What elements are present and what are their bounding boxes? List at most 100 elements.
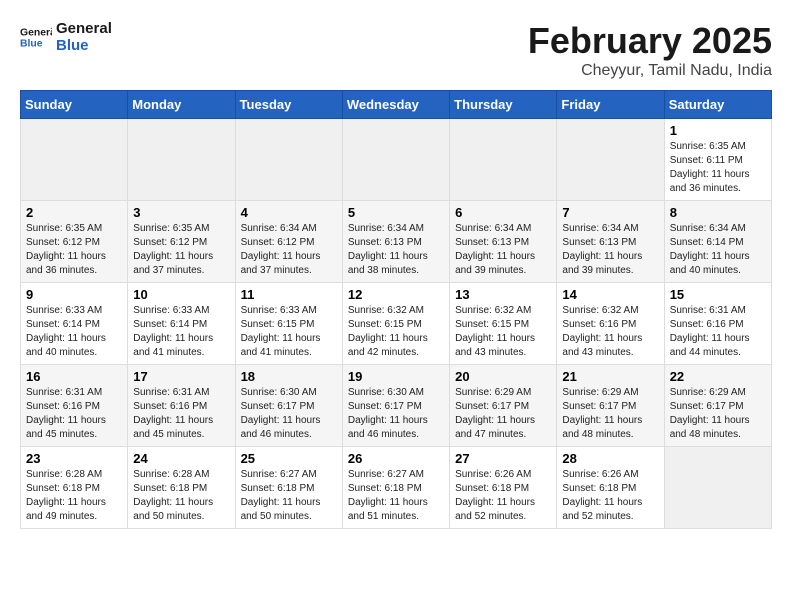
day-info: Sunrise: 6:34 AM Sunset: 6:12 PM Dayligh… — [241, 222, 337, 278]
day-number: 27 — [455, 451, 551, 466]
day-number: 8 — [670, 205, 766, 220]
day-number: 2 — [26, 205, 122, 220]
logo: General Blue General Blue — [20, 20, 112, 54]
day-info: Sunrise: 6:34 AM Sunset: 6:14 PM Dayligh… — [670, 222, 766, 278]
day-number: 26 — [348, 451, 444, 466]
day-info: Sunrise: 6:28 AM Sunset: 6:18 PM Dayligh… — [26, 468, 122, 524]
day-info: Sunrise: 6:29 AM Sunset: 6:17 PM Dayligh… — [562, 386, 658, 442]
calendar-cell — [342, 119, 449, 201]
day-number: 17 — [133, 369, 229, 384]
day-number: 13 — [455, 287, 551, 302]
day-info: Sunrise: 6:34 AM Sunset: 6:13 PM Dayligh… — [348, 222, 444, 278]
day-info: Sunrise: 6:29 AM Sunset: 6:17 PM Dayligh… — [670, 386, 766, 442]
day-number: 11 — [241, 287, 337, 302]
calendar-cell: 12 Sunrise: 6:32 AM Sunset: 6:15 PM Dayli… — [342, 283, 449, 365]
calendar-cell: 14 Sunrise: 6:32 AM Sunset: 6:16 PM Dayli… — [557, 283, 664, 365]
calendar-cell — [235, 119, 342, 201]
calendar-cell: 10 Sunrise: 6:33 AM Sunset: 6:14 PM Dayli… — [128, 283, 235, 365]
calendar-cell: 7 Sunrise: 6:34 AM Sunset: 6:13 PM Daylig… — [557, 201, 664, 283]
weekday-header-saturday: Saturday — [664, 91, 771, 119]
day-number: 25 — [241, 451, 337, 466]
day-number: 22 — [670, 369, 766, 384]
day-info: Sunrise: 6:35 AM Sunset: 6:11 PM Dayligh… — [670, 140, 766, 196]
calendar-cell: 16 Sunrise: 6:31 AM Sunset: 6:16 PM Dayli… — [21, 365, 128, 447]
calendar-cell: 15Sunrise: 6:31 AM Sunset: 6:16 PM Dayli… — [664, 283, 771, 365]
day-info: Sunrise: 6:32 AM Sunset: 6:15 PM Dayligh… — [455, 304, 551, 360]
calendar-cell: 8 Sunrise: 6:34 AM Sunset: 6:14 PM Daylig… — [664, 201, 771, 283]
day-number: 28 — [562, 451, 658, 466]
calendar-cell — [128, 119, 235, 201]
day-info: Sunrise: 6:30 AM Sunset: 6:17 PM Dayligh… — [241, 386, 337, 442]
calendar-cell — [21, 119, 128, 201]
day-number: 21 — [562, 369, 658, 384]
day-number: 7 — [562, 205, 658, 220]
day-number: 4 — [241, 205, 337, 220]
calendar-subtitle: Cheyyur, Tamil Nadu, India — [528, 62, 772, 80]
day-info: Sunrise: 6:29 AM Sunset: 6:17 PM Dayligh… — [455, 386, 551, 442]
day-info: Sunrise: 6:33 AM Sunset: 6:15 PM Dayligh… — [241, 304, 337, 360]
day-number: 6 — [455, 205, 551, 220]
calendar-week-row: 16 Sunrise: 6:31 AM Sunset: 6:16 PM Dayli… — [21, 365, 772, 447]
weekday-header-wednesday: Wednesday — [342, 91, 449, 119]
day-info: Sunrise: 6:27 AM Sunset: 6:18 PM Dayligh… — [348, 468, 444, 524]
day-info: Sunrise: 6:33 AM Sunset: 6:14 PM Dayligh… — [133, 304, 229, 360]
weekday-header-tuesday: Tuesday — [235, 91, 342, 119]
logo-line1: General — [56, 20, 112, 37]
day-info: Sunrise: 6:28 AM Sunset: 6:18 PM Dayligh… — [133, 468, 229, 524]
day-info: Sunrise: 6:31 AM Sunset: 6:16 PM Dayligh… — [670, 304, 766, 360]
day-info: Sunrise: 6:27 AM Sunset: 6:18 PM Dayligh… — [241, 468, 337, 524]
calendar-cell: 26 Sunrise: 6:27 AM Sunset: 6:18 PM Dayli… — [342, 447, 449, 529]
calendar-table: SundayMondayTuesdayWednesdayThursdayFrid… — [20, 90, 772, 529]
day-number: 3 — [133, 205, 229, 220]
calendar-cell: 11 Sunrise: 6:33 AM Sunset: 6:15 PM Dayli… — [235, 283, 342, 365]
calendar-cell: 3 Sunrise: 6:35 AM Sunset: 6:12 PM Daylig… — [128, 201, 235, 283]
calendar-week-row: 2 Sunrise: 6:35 AM Sunset: 6:12 PM Daylig… — [21, 201, 772, 283]
weekday-header-monday: Monday — [128, 91, 235, 119]
day-info: Sunrise: 6:35 AM Sunset: 6:12 PM Dayligh… — [133, 222, 229, 278]
weekday-header-row: SundayMondayTuesdayWednesdayThursdayFrid… — [21, 91, 772, 119]
day-number: 19 — [348, 369, 444, 384]
svg-text:Blue: Blue — [20, 39, 43, 50]
day-info: Sunrise: 6:34 AM Sunset: 6:13 PM Dayligh… — [562, 222, 658, 278]
day-number: 18 — [241, 369, 337, 384]
calendar-cell: 19 Sunrise: 6:30 AM Sunset: 6:17 PM Dayli… — [342, 365, 449, 447]
day-number: 9 — [26, 287, 122, 302]
logo-icon: General Blue — [20, 21, 52, 53]
day-number: 1 — [670, 123, 766, 138]
day-number: 12 — [348, 287, 444, 302]
day-info: Sunrise: 6:26 AM Sunset: 6:18 PM Dayligh… — [562, 468, 658, 524]
calendar-cell: 13 Sunrise: 6:32 AM Sunset: 6:15 PM Dayli… — [450, 283, 557, 365]
calendar-week-row: 23 Sunrise: 6:28 AM Sunset: 6:18 PM Dayli… — [21, 447, 772, 529]
day-info: Sunrise: 6:32 AM Sunset: 6:15 PM Dayligh… — [348, 304, 444, 360]
logo-line2: Blue — [56, 37, 112, 54]
weekday-header-sunday: Sunday — [21, 91, 128, 119]
calendar-cell — [664, 447, 771, 529]
calendar-cell: 6 Sunrise: 6:34 AM Sunset: 6:13 PM Daylig… — [450, 201, 557, 283]
day-info: Sunrise: 6:34 AM Sunset: 6:13 PM Dayligh… — [455, 222, 551, 278]
day-number: 20 — [455, 369, 551, 384]
weekday-header-friday: Friday — [557, 91, 664, 119]
calendar-cell: 4 Sunrise: 6:34 AM Sunset: 6:12 PM Daylig… — [235, 201, 342, 283]
calendar-cell: 28 Sunrise: 6:26 AM Sunset: 6:18 PM Dayli… — [557, 447, 664, 529]
day-number: 23 — [26, 451, 122, 466]
day-number: 10 — [133, 287, 229, 302]
calendar-title: February 2025 — [528, 20, 772, 62]
calendar-cell: 24Sunrise: 6:28 AM Sunset: 6:18 PM Dayli… — [128, 447, 235, 529]
day-info: Sunrise: 6:31 AM Sunset: 6:16 PM Dayligh… — [133, 386, 229, 442]
calendar-cell: 22 Sunrise: 6:29 AM Sunset: 6:17 PM Dayli… — [664, 365, 771, 447]
day-info: Sunrise: 6:31 AM Sunset: 6:16 PM Dayligh… — [26, 386, 122, 442]
day-info: Sunrise: 6:35 AM Sunset: 6:12 PM Dayligh… — [26, 222, 122, 278]
calendar-cell: 25 Sunrise: 6:27 AM Sunset: 6:18 PM Dayli… — [235, 447, 342, 529]
calendar-cell: 18 Sunrise: 6:30 AM Sunset: 6:17 PM Dayli… — [235, 365, 342, 447]
page-header: General Blue General Blue February 2025 … — [20, 20, 772, 80]
day-info: Sunrise: 6:32 AM Sunset: 6:16 PM Dayligh… — [562, 304, 658, 360]
day-number: 14 — [562, 287, 658, 302]
calendar-week-row: 9 Sunrise: 6:33 AM Sunset: 6:14 PM Daylig… — [21, 283, 772, 365]
calendar-cell — [557, 119, 664, 201]
svg-text:General: General — [20, 27, 52, 38]
calendar-cell: 1 Sunrise: 6:35 AM Sunset: 6:11 PM Daylig… — [664, 119, 771, 201]
day-info: Sunrise: 6:30 AM Sunset: 6:17 PM Dayligh… — [348, 386, 444, 442]
calendar-cell: 21 Sunrise: 6:29 AM Sunset: 6:17 PM Dayli… — [557, 365, 664, 447]
day-number: 16 — [26, 369, 122, 384]
weekday-header-thursday: Thursday — [450, 91, 557, 119]
